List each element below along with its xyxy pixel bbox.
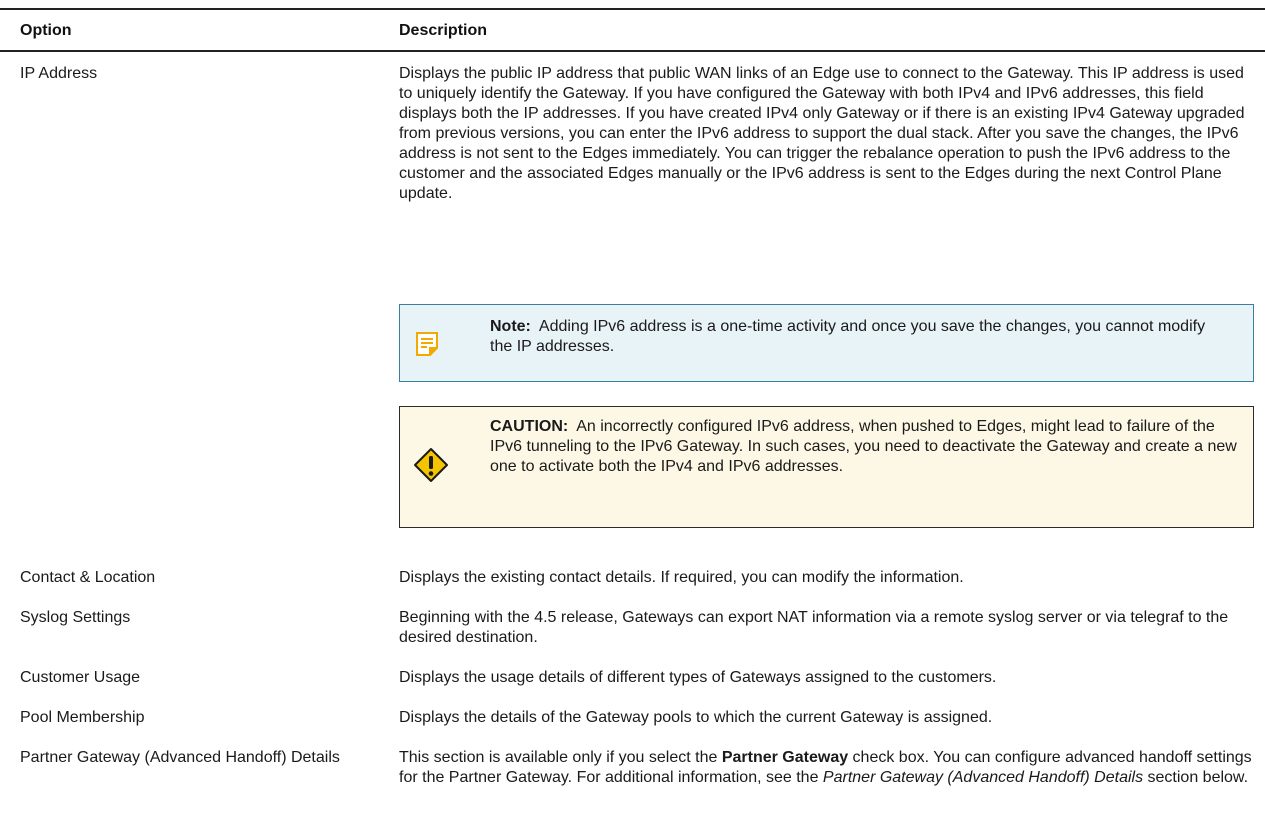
- option-customer-usage: Customer Usage: [20, 669, 141, 686]
- note-label: Note:: [490, 318, 531, 335]
- option-pool-membership: Pool Membership: [20, 709, 145, 726]
- note-text: Note: Adding IPv6 address is a one-time …: [490, 317, 1230, 357]
- option-contact-location: Contact & Location: [20, 569, 156, 586]
- description-part: This section is available only if you se…: [399, 749, 722, 766]
- description-ip-address: Displays the public IP address that publ…: [399, 64, 1252, 204]
- note-icon: [416, 332, 438, 356]
- description-part: section below.: [1143, 769, 1249, 786]
- option-ip-address: IP Address: [20, 65, 98, 82]
- partner-gateway-checkbox-ref: Partner Gateway: [721, 749, 849, 766]
- caution-label: CAUTION:: [490, 418, 569, 435]
- option-partner-gateway: Partner Gateway (Advanced Handoff) Detai…: [20, 749, 340, 766]
- description-text: Displays the public IP address that publ…: [399, 65, 1245, 202]
- description-customer-usage: Displays the usage details of different …: [399, 669, 997, 686]
- option-syslog-settings: Syslog Settings: [20, 609, 131, 626]
- caution-body: An incorrectly configured IPv6 address, …: [490, 418, 1237, 475]
- caution-text: CAUTION: An incorrectly configured IPv6 …: [490, 417, 1240, 477]
- section-reference: Partner Gateway (Advanced Handoff) Detai…: [822, 769, 1144, 786]
- header-description: Description: [399, 22, 488, 39]
- description-pool-membership: Displays the details of the Gateway pool…: [399, 709, 993, 726]
- description-partner-gateway: This section is available only if you se…: [399, 748, 1252, 788]
- caution-icon: [414, 448, 448, 482]
- note-body: Adding IPv6 address is a one-time activi…: [490, 318, 1206, 355]
- note-box: Note: Adding IPv6 address is a one-time …: [399, 304, 1254, 382]
- description-contact-location: Displays the existing contact details. I…: [399, 569, 964, 586]
- table-header: Option Description: [0, 8, 1265, 52]
- description-syslog-settings: Beginning with the 4.5 release, Gateways…: [399, 609, 1229, 646]
- header-option: Option: [20, 22, 72, 39]
- caution-box: CAUTION: An incorrectly configured IPv6 …: [399, 406, 1254, 528]
